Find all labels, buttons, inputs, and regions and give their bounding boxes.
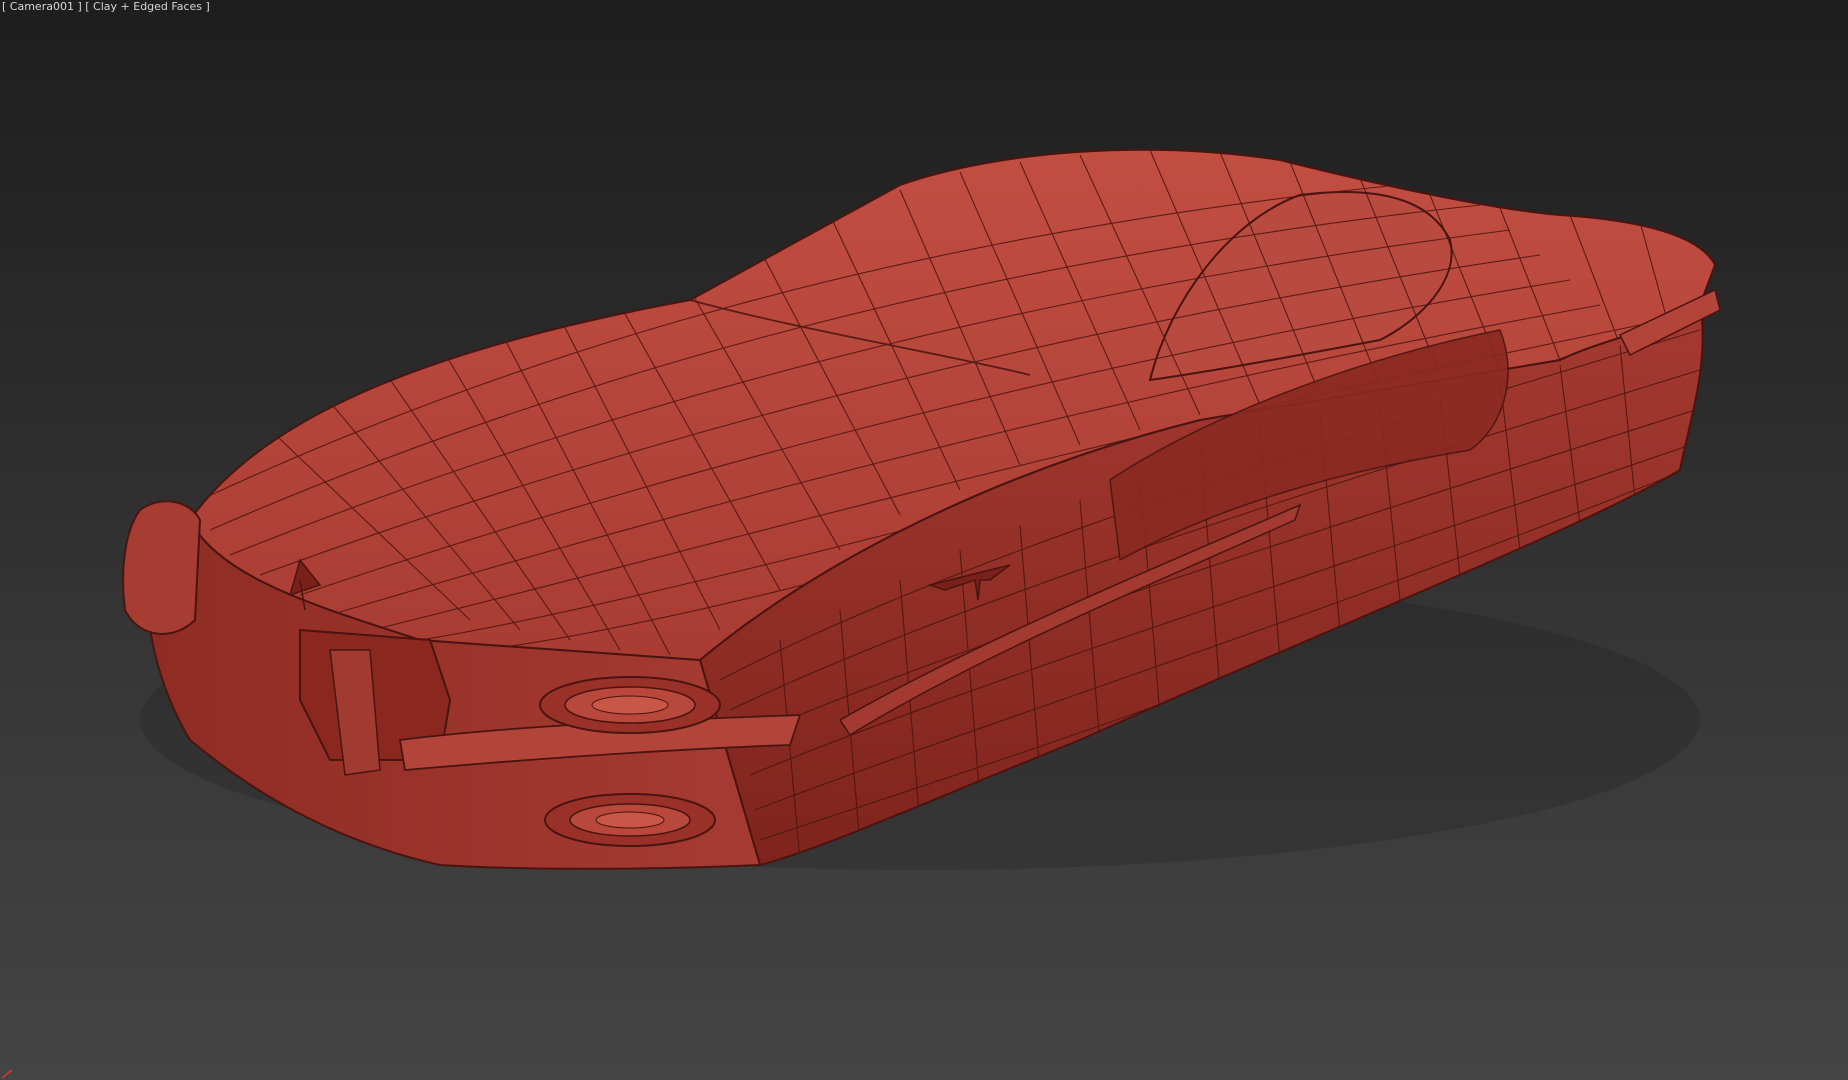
front-fender-nose[interactable] xyxy=(122,500,202,635)
headlight-lower[interactable] xyxy=(544,793,716,847)
axis-gizmo-icon xyxy=(1,1069,13,1079)
car-model[interactable] xyxy=(0,0,1848,1080)
3d-viewport[interactable]: [ Camera001 ] [ Clay + Edged Faces ] xyxy=(0,0,1848,1080)
headlight-upper[interactable] xyxy=(539,676,721,734)
